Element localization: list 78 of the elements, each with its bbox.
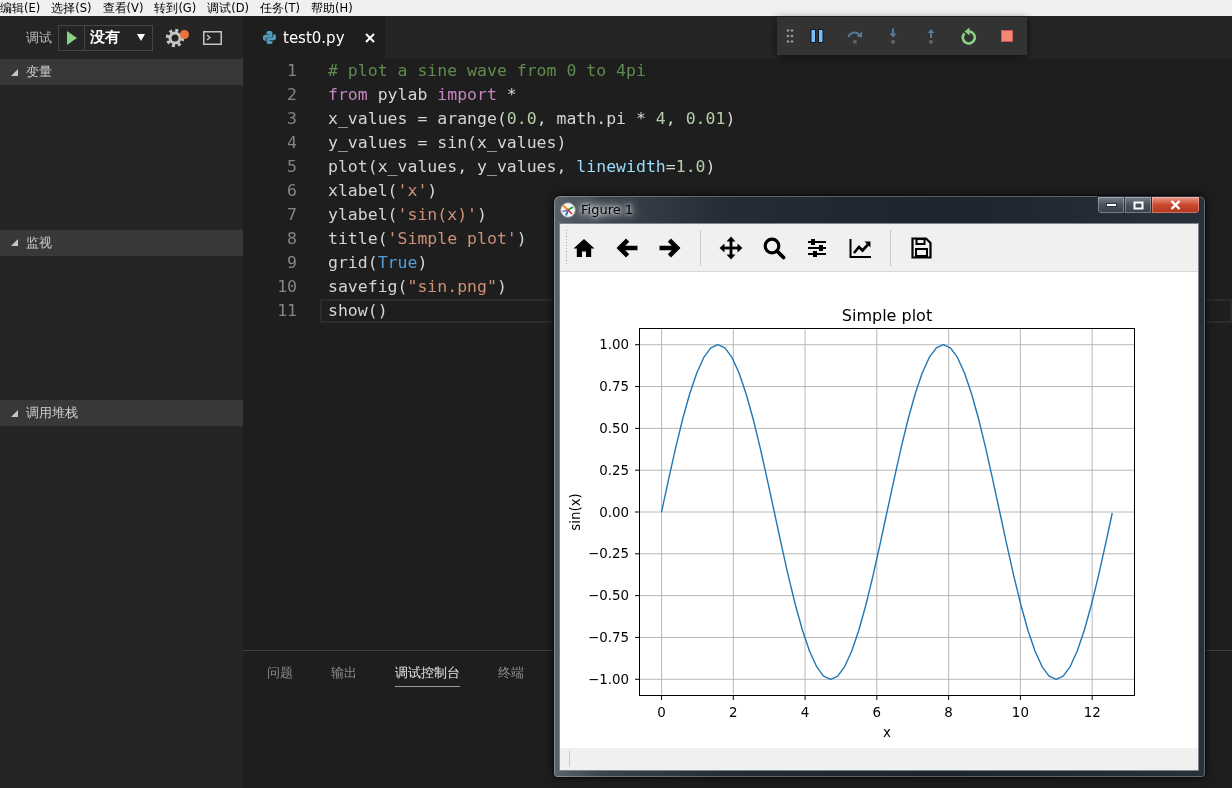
y-tick-label: −0.25 bbox=[587, 546, 629, 562]
section-header[interactable]: 变量 bbox=[0, 59, 243, 85]
line-number: 3 bbox=[286, 108, 297, 130]
x-tick-label: 4 bbox=[800, 704, 810, 720]
panel-tab[interactable]: 问题 bbox=[267, 662, 293, 687]
play-icon bbox=[66, 30, 77, 45]
line-number: 9 bbox=[286, 252, 297, 274]
code-line: savefig("sin.png") bbox=[328, 277, 507, 296]
y-tick-label: −0.50 bbox=[587, 588, 629, 604]
close-icon bbox=[1170, 200, 1181, 210]
y-tick-label: 0.50 bbox=[599, 420, 629, 436]
pause-icon[interactable] bbox=[810, 28, 824, 44]
code-line: show() bbox=[328, 301, 388, 320]
code-line: ylabel('sin(x)') bbox=[328, 205, 487, 224]
x-tick-label: 2 bbox=[729, 704, 738, 720]
minimize-button[interactable] bbox=[1097, 196, 1124, 214]
y-tick-label: −1.00 bbox=[587, 671, 629, 687]
line-number: 5 bbox=[286, 156, 297, 178]
magnifier-icon[interactable] bbox=[762, 235, 786, 260]
terminal-icon[interactable] bbox=[203, 30, 222, 45]
line-number: 7 bbox=[286, 204, 297, 226]
save-icon[interactable] bbox=[909, 235, 933, 260]
menu-item[interactable]: 转到(G) bbox=[154, 0, 197, 16]
y-tick-label: −0.75 bbox=[587, 629, 629, 645]
code-line: grid(True) bbox=[328, 253, 428, 272]
menu-item[interactable]: 编辑(E) bbox=[0, 0, 41, 16]
y-tick-label: 0.75 bbox=[599, 379, 629, 395]
maximize-icon bbox=[1132, 200, 1144, 210]
close-button[interactable] bbox=[1151, 196, 1200, 214]
panel-tab[interactable]: 终端 bbox=[498, 662, 524, 687]
y-tick-label: 0.25 bbox=[599, 462, 629, 478]
code-line: xlabel('x') bbox=[328, 181, 438, 200]
line-number: 8 bbox=[286, 228, 297, 250]
debug-label: 调试 bbox=[26, 28, 52, 47]
x-tick-label: 8 bbox=[944, 704, 953, 720]
menu-item[interactable]: 选择(S) bbox=[51, 0, 92, 16]
file-type-icon bbox=[262, 30, 277, 45]
grip-icon[interactable] bbox=[565, 229, 568, 266]
x-tick-label: 0 bbox=[657, 704, 666, 720]
line-number: 2 bbox=[286, 84, 297, 106]
panel-tab[interactable]: 输出 bbox=[331, 662, 357, 687]
line-number: 6 bbox=[286, 180, 297, 202]
close-icon[interactable] bbox=[365, 32, 375, 43]
code-line: y_values = sin(x_values) bbox=[328, 133, 567, 152]
window-title: Figure 1 bbox=[581, 202, 634, 217]
code-line: # plot a sine wave from 0 to 4pi bbox=[328, 61, 646, 80]
y-tick-label: 0.00 bbox=[599, 504, 629, 520]
maximize-button[interactable] bbox=[1124, 196, 1151, 214]
line-number: 11 bbox=[276, 300, 297, 322]
section-header[interactable]: 监视 bbox=[0, 229, 243, 256]
x-tick-label: 6 bbox=[872, 704, 882, 720]
line-number: 1 bbox=[286, 60, 297, 82]
minimize-icon bbox=[1105, 203, 1117, 207]
circular-arrow-icon[interactable] bbox=[960, 27, 978, 45]
menu-item[interactable]: 查看(V) bbox=[102, 0, 144, 16]
line-number: 10 bbox=[276, 276, 297, 298]
line-number: 4 bbox=[286, 132, 297, 154]
code-line: plot(x_values, y_values, linewidth=1.0) bbox=[328, 157, 716, 176]
settings-icon[interactable] bbox=[165, 27, 185, 48]
menu-item[interactable]: 任务(T) bbox=[260, 0, 301, 16]
code-line: title('Simple plot') bbox=[328, 229, 527, 248]
x-tick-label: 12 bbox=[1083, 704, 1101, 720]
x-tick-label: 10 bbox=[1011, 704, 1029, 720]
editor-tab[interactable]: test0.py bbox=[243, 16, 385, 59]
y-tick-label: 1.00 bbox=[599, 337, 629, 353]
menu-item[interactable]: 帮助(H) bbox=[311, 0, 353, 16]
panel-tab[interactable]: 调试控制台 bbox=[395, 662, 460, 687]
x-axis-label: x bbox=[883, 724, 891, 740]
section-header[interactable]: 调用堆栈 bbox=[0, 400, 243, 426]
config-dropdown[interactable]: 没有 bbox=[85, 25, 152, 50]
drag-handle-icon[interactable] bbox=[786, 28, 794, 44]
y-axis-label: sin(x) bbox=[567, 493, 583, 531]
chart-title: Simple plot bbox=[841, 305, 933, 325]
move-arrows-icon[interactable] bbox=[719, 235, 743, 260]
caret-icon bbox=[137, 34, 145, 41]
code-line: x_values = arange(0.0, math.pi * 4, 0.01) bbox=[328, 109, 736, 128]
menu-item[interactable]: 调试(D) bbox=[207, 0, 250, 16]
code-line: from pylab import * bbox=[328, 85, 517, 104]
